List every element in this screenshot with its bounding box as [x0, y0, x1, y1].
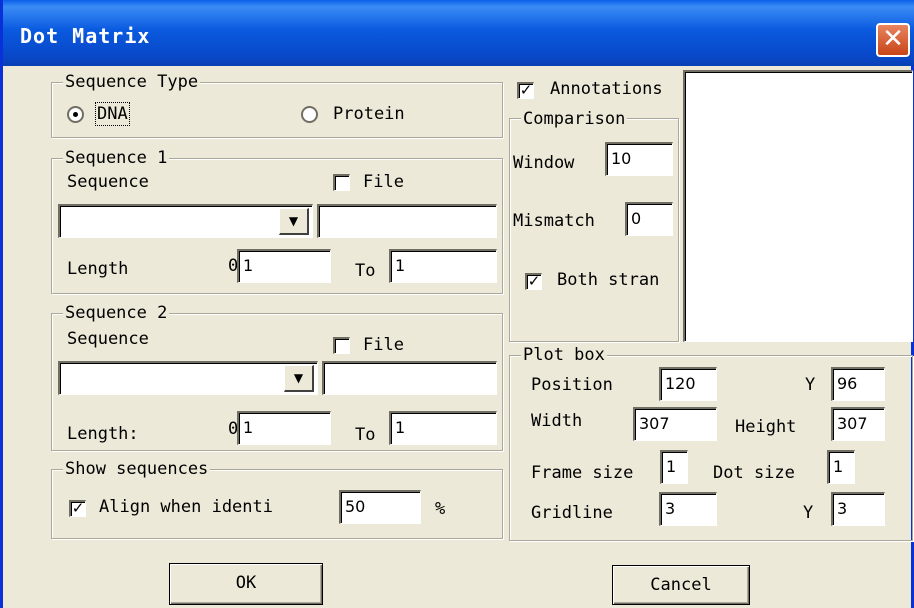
dna-label[interactable]: DNA: [95, 102, 130, 126]
align-label: Align when identi: [99, 497, 273, 517]
height-field[interactable]: 307: [831, 407, 885, 441]
frame-size-field[interactable]: 1: [660, 450, 688, 484]
sequence1-sequence-label: Sequence: [67, 172, 149, 192]
sequence2-combo[interactable]: [58, 361, 318, 395]
window-title: Dot Matrix: [20, 24, 151, 48]
sequence1-dropdown-icon[interactable]: ▼: [279, 208, 309, 235]
position-field[interactable]: 120: [659, 367, 717, 401]
close-icon[interactable]: ✕: [876, 23, 910, 57]
sequence1-to-label: To: [355, 261, 376, 281]
gridline-label: Gridline: [531, 503, 613, 523]
comparison-legend: Comparison: [521, 109, 628, 129]
mismatch-label: Mismatch: [513, 211, 595, 231]
dna-radio[interactable]: [67, 106, 84, 123]
both-strands-checkbox[interactable]: ✓: [525, 273, 542, 290]
sequence2-to-label: To: [355, 425, 376, 445]
protein-radio[interactable]: [301, 106, 318, 123]
cancel-button[interactable]: Cancel: [612, 565, 750, 605]
dot-size-label: Dot size: [713, 463, 795, 483]
position-label: Position: [531, 375, 613, 395]
plot-box-legend: Plot box: [521, 345, 607, 365]
title-bar[interactable]: Dot Matrix ✕: [3, 0, 914, 66]
sequence1-length-label: Length: [67, 259, 129, 279]
protein-label[interactable]: Protein: [333, 103, 405, 125]
gridline-field[interactable]: 3: [659, 492, 717, 526]
sequence2-from-field[interactable]: 1: [237, 411, 331, 445]
sequence2-sequence-label: Sequence: [67, 329, 149, 349]
width-field[interactable]: 307: [633, 407, 717, 441]
position-y-field[interactable]: 96: [831, 367, 885, 401]
window-field[interactable]: 10: [605, 142, 673, 176]
sequence1-from-field[interactable]: 1: [237, 249, 331, 283]
dot-matrix-dialog: Dot Matrix ✕ Sequence Type DNA Protein S…: [0, 0, 914, 608]
sequence2-file-label: File: [363, 335, 404, 355]
window-label: Window: [513, 153, 575, 173]
sequence2-dropdown-icon[interactable]: ▼: [284, 365, 314, 392]
gridline-y-label: Y: [803, 503, 814, 523]
align-percent-label: %: [435, 499, 446, 519]
sequence1-to-field[interactable]: 1: [389, 249, 497, 283]
sequence1-legend: Sequence 1: [63, 148, 170, 168]
frame-size-label: Frame size: [531, 463, 634, 483]
width-label: Width: [531, 411, 583, 431]
sequence1-file-field[interactable]: [317, 204, 497, 238]
align-checkbox[interactable]: ✓: [69, 500, 86, 517]
sequence2-file-field[interactable]: [322, 361, 497, 395]
mismatch-field[interactable]: 0: [625, 202, 673, 236]
position-y-label: Y: [805, 375, 816, 395]
sequence1-file-label: File: [363, 172, 404, 192]
sequence1-file-checkbox[interactable]: [333, 174, 350, 191]
sequence2-length-label: Length:: [67, 424, 139, 444]
both-strands-label: Both stran: [557, 270, 660, 290]
dot-size-field[interactable]: 1: [827, 450, 855, 484]
annotations-label: Annotations: [550, 79, 663, 99]
annotations-checkbox[interactable]: ✓: [517, 82, 534, 99]
ok-button[interactable]: OK: [169, 563, 323, 605]
align-percent-field[interactable]: 50: [339, 490, 421, 524]
sequence2-legend: Sequence 2: [63, 303, 170, 323]
height-label: Height: [735, 417, 797, 437]
show-sequences-legend: Show sequences: [63, 459, 211, 479]
sequence2-to-field[interactable]: 1: [389, 411, 497, 445]
annotations-list[interactable]: [683, 70, 913, 342]
sequence-type-legend: Sequence Type: [63, 72, 201, 92]
sequence1-combo[interactable]: [58, 204, 313, 238]
gridline-y-field[interactable]: 3: [831, 492, 885, 526]
sequence2-file-checkbox[interactable]: [333, 337, 350, 354]
